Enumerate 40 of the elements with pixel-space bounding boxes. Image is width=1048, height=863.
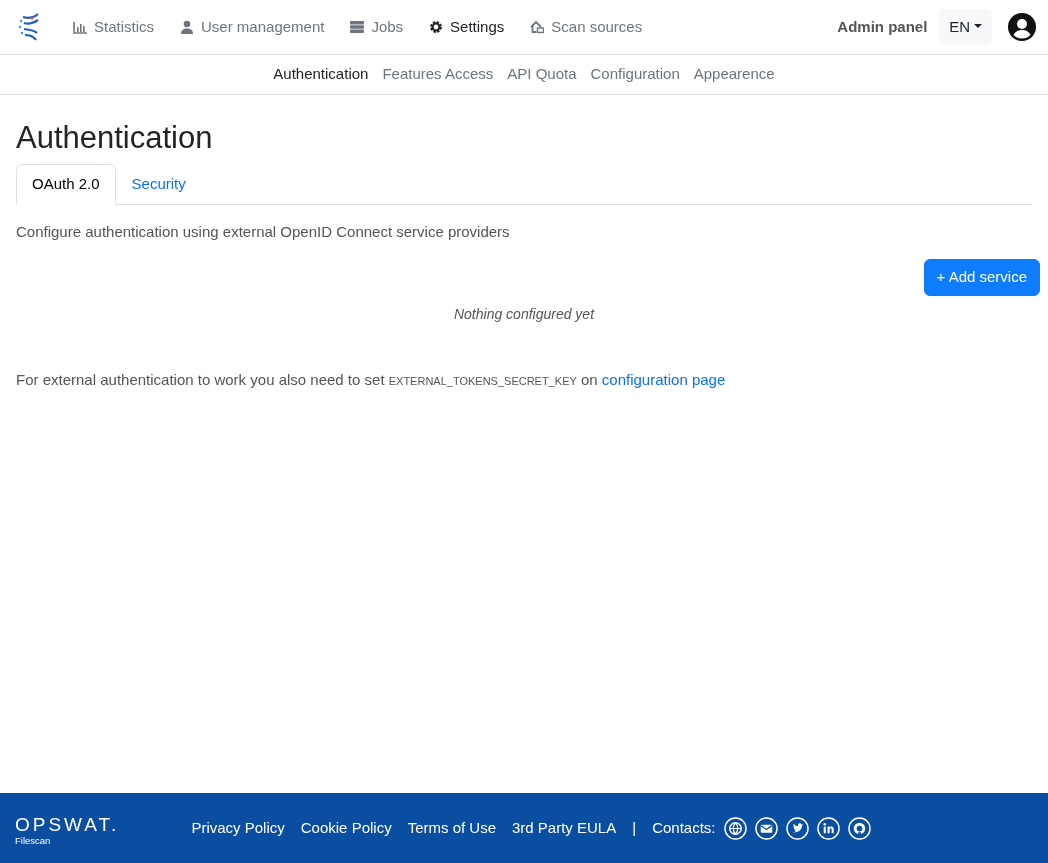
bird-icon[interactable] <box>785 816 809 840</box>
configuration-link[interactable]: configuration page <box>601 370 726 388</box>
footer-link[interactable]: Terms of Use <box>407 816 496 840</box>
nav-link[interactable]: Scan sources <box>517 7 656 47</box>
avatar-icon[interactable] <box>1008 13 1036 41</box>
footer-link[interactable]: Privacy Policy <box>191 816 285 840</box>
note-text: For external authentication to work you also need to set EXTERNAL_TOKENS_SECRET_KEY on configuration page <box>16 369 727 390</box>
footer-link[interactable]: Cookie Policy <box>300 816 392 840</box>
subnav-link[interactable]: Features Access <box>375 63 501 86</box>
page-title: Authentication <box>16 119 214 157</box>
chart-icon <box>73 20 87 34</box>
mail-icon[interactable] <box>754 816 778 840</box>
app-logo[interactable] <box>18 12 42 42</box>
product-name: Filescan <box>15 834 52 849</box>
empty-state-text: Nothing configured yet <box>452 304 596 324</box>
footer-link[interactable]: 3rd Party EULA <box>512 816 617 840</box>
house-icon <box>530 20 545 34</box>
github-icon[interactable] <box>847 816 871 840</box>
user-icon <box>180 20 194 34</box>
nav-link[interactable]: Jobs <box>337 7 417 47</box>
subnav-link[interactable]: Configuration <box>583 63 687 86</box>
admin-panel-label: Admin panel <box>837 16 928 37</box>
subnav-link[interactable]: Appearence <box>686 63 782 86</box>
server-icon <box>350 20 365 34</box>
nav-link[interactable]: Statistics <box>60 7 167 47</box>
subnav-link[interactable]: API Quota <box>500 63 584 86</box>
linkedin-icon[interactable] <box>816 816 840 840</box>
language-dropdown[interactable]: EN <box>939 8 992 46</box>
nav-link[interactable]: User management <box>167 7 338 47</box>
tab[interactable]: OAuth 2.0 <box>16 164 116 205</box>
gear-icon <box>429 20 444 34</box>
brand-logo: OPSWAT. <box>15 815 120 835</box>
subnav-link[interactable]: Authentication <box>266 63 376 86</box>
separator-text: | <box>632 817 637 838</box>
nav-link[interactable]: Settings <box>416 7 518 47</box>
globe-icon[interactable] <box>723 816 747 840</box>
add-service-button[interactable]: + Add service <box>923 259 1040 296</box>
contacts-label: Contacts: <box>652 817 716 838</box>
tab[interactable]: Security <box>115 164 202 205</box>
description-text: Configure authentication using external OpenID Connect service providers <box>16 221 511 242</box>
